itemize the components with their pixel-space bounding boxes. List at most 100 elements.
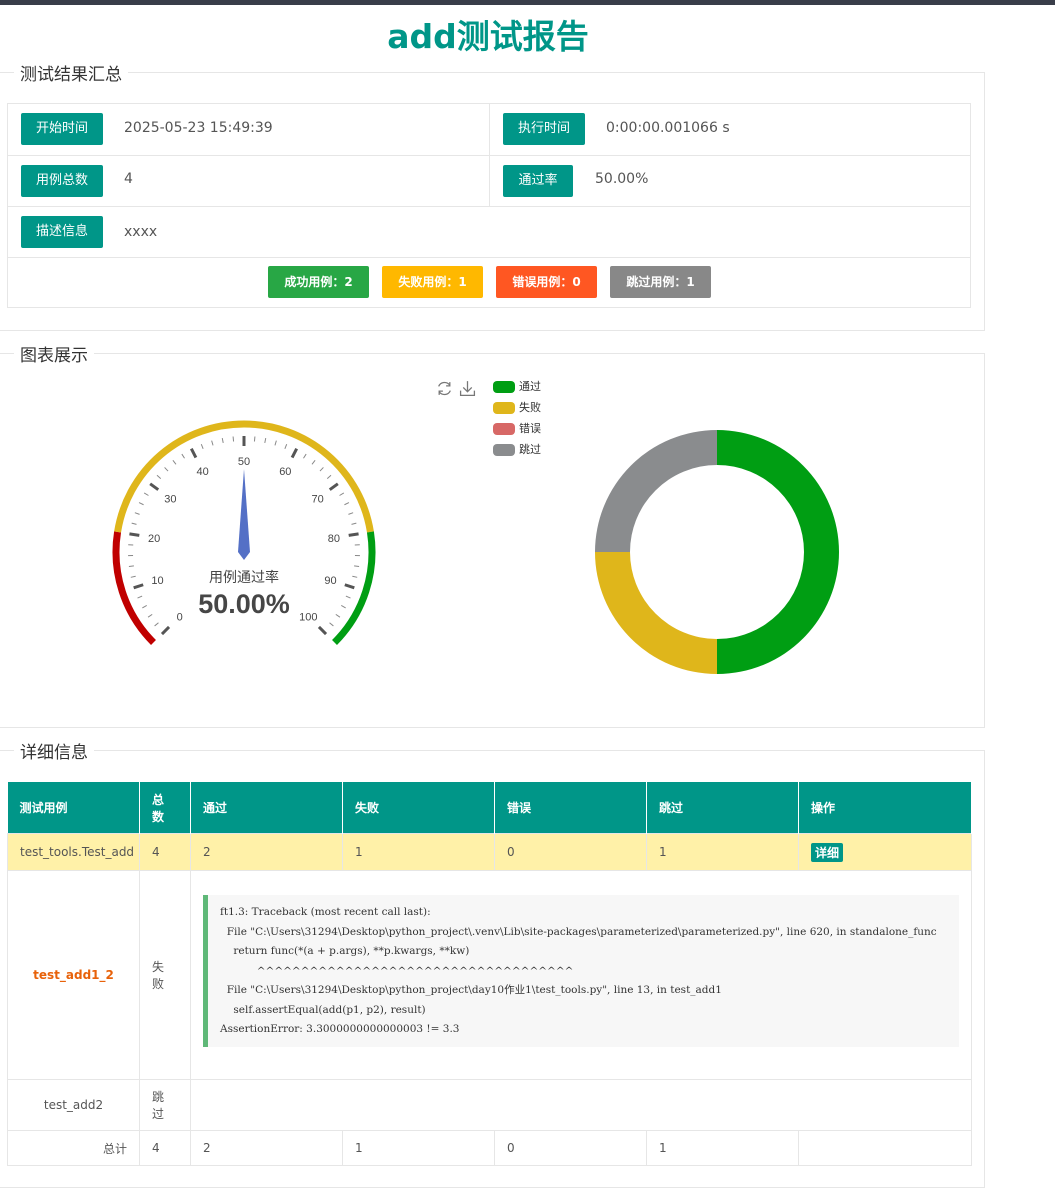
gauge-minor-tick: [156, 474, 162, 479]
charts-legend: 图表展示: [20, 346, 88, 366]
summary-legend: 测试结果汇总: [20, 65, 122, 85]
top-bar: [0, 0, 1055, 5]
pass-rate-value: 50.00%: [595, 171, 649, 187]
gauge-minor-tick: [326, 474, 332, 479]
gauge-major-tick: [290, 447, 298, 459]
gauge-minor-tick: [130, 575, 136, 578]
table-total-row: 总计 4 2 1 0 1: [7, 1130, 972, 1166]
gauge-minor-tick: [339, 492, 345, 496]
th-case: 测试用例: [7, 782, 140, 834]
gauge-minor-tick: [352, 575, 358, 578]
gauge-needle: [238, 469, 250, 560]
gauge-minor-tick: [164, 467, 169, 472]
gauge-minor-tick: [211, 440, 214, 446]
table-row: test_tools.Test_add 4 2 1 0 1 详细: [7, 833, 972, 871]
table-row: test_add1_2 失败 ft1.3: Traceback (most re…: [7, 870, 972, 1080]
gauge-chart: 0 10 20 30 40 50 60 70 80 90 100 用例通过率 50.00%: [112, 420, 376, 645]
gauge-title: 用例通过率: [209, 569, 279, 586]
total-cases-value: 4: [124, 171, 133, 187]
gauge-minor-tick: [138, 502, 144, 506]
page-title: add测试报告: [387, 17, 589, 56]
total-label: 总计: [7, 1130, 140, 1166]
gauge-minor-tick: [200, 443, 204, 449]
case-status: 失败: [139, 870, 191, 1080]
th-pass: 通过: [190, 782, 343, 834]
gauge-tick-label: 100: [299, 611, 317, 623]
gauge-major-tick: [190, 447, 198, 459]
skip-count-button[interactable]: 跳过用例：1: [610, 266, 711, 298]
table-header-row: 测试用例 总数 通过 失败 错误 跳过 操作: [7, 782, 972, 834]
start-time-tag: 开始时间: [21, 113, 103, 145]
gauge-minor-tick: [345, 595, 351, 599]
gauge-minor-tick: [143, 492, 149, 496]
legend-swatch: [493, 444, 515, 456]
desc-value: xxxx: [124, 224, 158, 240]
legend-label: 通过: [519, 380, 541, 393]
gauge-tick-label: 70: [311, 494, 323, 506]
gauge-major-tick: [160, 625, 171, 636]
fail-count-button[interactable]: 失败用例：1: [382, 266, 483, 298]
legend-swatch: [493, 402, 515, 414]
details-table: 测试用例 总数 通过 失败 错误 跳过 操作 test_tools.Test_a…: [7, 782, 972, 1166]
gauge-major-tick: [348, 532, 359, 537]
refresh-icon[interactable]: [436, 380, 453, 401]
th-fail: 失败: [342, 782, 495, 834]
gauge-minor-tick: [131, 522, 137, 525]
legend-label: 错误: [519, 422, 541, 435]
download-icon[interactable]: [459, 380, 476, 401]
detail-button[interactable]: 详细: [811, 842, 844, 862]
total-error: 0: [494, 1130, 647, 1166]
total-cases-tag: 用例总数: [21, 165, 103, 197]
gauge-minor-tick: [172, 460, 177, 465]
total-skip: 1: [646, 1130, 799, 1166]
gauge-minor-tick: [319, 467, 324, 472]
summary-table: 开始时间 2025-05-23 15:49:39 执行时间 0:00:00.00…: [7, 103, 971, 308]
pie-slice-1[interactable]: [595, 552, 717, 674]
gauge-tick-label: 30: [164, 494, 176, 506]
legend-label: 失败: [519, 401, 541, 414]
gauge-minor-tick: [335, 613, 341, 618]
class-error: 0: [494, 833, 647, 871]
case-status: 跳过: [139, 1079, 191, 1131]
error-count-button[interactable]: 错误用例：0: [496, 266, 597, 298]
gauge-minor-tick: [348, 512, 354, 515]
gauge-minor-tick: [329, 622, 334, 627]
legend-item[interactable]: 通过: [493, 381, 541, 395]
pie-slice-0[interactable]: [717, 430, 839, 674]
legend-label: 跳过: [519, 443, 541, 456]
gauge-minor-tick: [137, 595, 143, 599]
gauge-tick-label: 90: [324, 575, 336, 587]
class-total: 4: [139, 833, 191, 871]
gauge-major-tick: [344, 583, 355, 590]
gauge-tick-label: 50: [238, 456, 250, 468]
gauge-minor-tick: [344, 502, 350, 506]
gauge-minor-tick: [154, 622, 159, 627]
gauge-major-tick: [328, 482, 339, 491]
case-trace-cell: ft1.3: Traceback (most recent call last)…: [190, 870, 972, 1080]
class-name: test_tools.Test_add: [7, 833, 140, 871]
gauge-minor-tick: [134, 512, 140, 515]
total-action: [798, 1130, 972, 1166]
gauge-minor-tick: [354, 565, 360, 568]
exec-time-tag: 执行时间: [503, 113, 585, 145]
legend-item[interactable]: 错误: [493, 423, 541, 437]
summary-row-desc: 描述信息 xxxx: [8, 207, 970, 258]
legend-swatch: [493, 381, 515, 393]
gauge-tick-label: 20: [148, 533, 160, 545]
summary-row-time: 开始时间 2025-05-23 15:49:39 执行时间 0:00:00.00…: [8, 104, 970, 156]
gauge-minor-tick: [181, 453, 185, 459]
gauge-tick-label: 10: [151, 575, 163, 587]
gauge-tick-label: 60: [279, 466, 291, 478]
pie-slice-3[interactable]: [595, 430, 717, 552]
gauge-minor-tick: [274, 440, 277, 446]
case-empty-cell: [190, 1079, 972, 1131]
gauge-tick-label: 0: [177, 611, 183, 623]
th-total: 总数: [139, 782, 191, 834]
success-count-button[interactable]: 成功用例：2: [268, 266, 369, 298]
total-total: 4: [139, 1130, 191, 1166]
exec-time-value: 0:00:00.001066 s: [606, 120, 730, 136]
summary-row-counts: 成功用例：2 失败用例：1 错误用例：0 跳过用例：1: [8, 258, 970, 308]
legend-item[interactable]: 跳过: [493, 444, 541, 458]
gauge-minor-tick: [351, 522, 357, 525]
legend-item[interactable]: 失败: [493, 402, 541, 416]
